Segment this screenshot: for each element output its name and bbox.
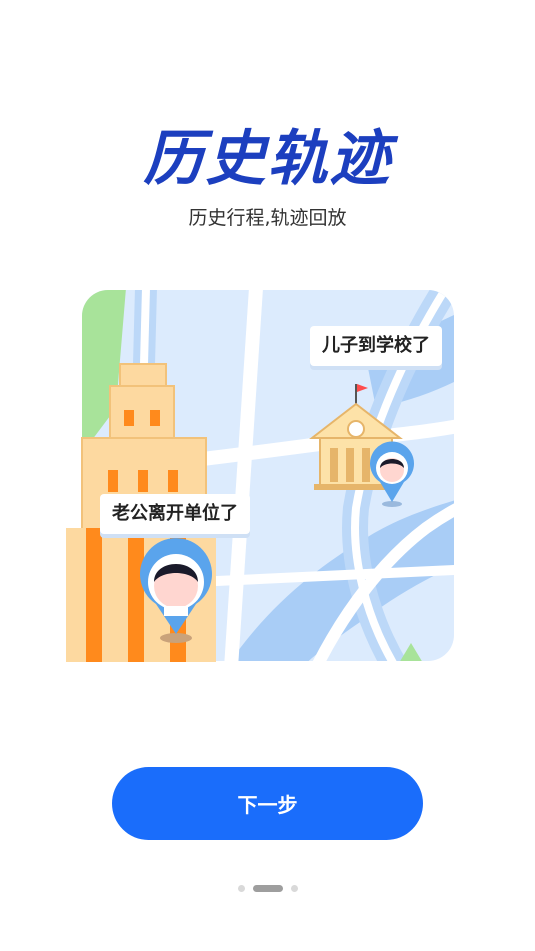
page-dot-2-active [252, 885, 283, 892]
callout-husband-left-work: 老公离开单位了 [100, 494, 250, 534]
page-title: 历史轨迹 [143, 124, 392, 194]
callout-son-arrived-school: 儿子到学校了 [310, 326, 442, 366]
page-dot-1 [237, 885, 245, 892]
page-indicator [0, 885, 535, 892]
page-subtitle: 历史行程,轨迹回放 [188, 207, 347, 229]
next-step-button[interactable]: 下一步 [112, 767, 423, 840]
page-dot-3 [290, 885, 298, 892]
